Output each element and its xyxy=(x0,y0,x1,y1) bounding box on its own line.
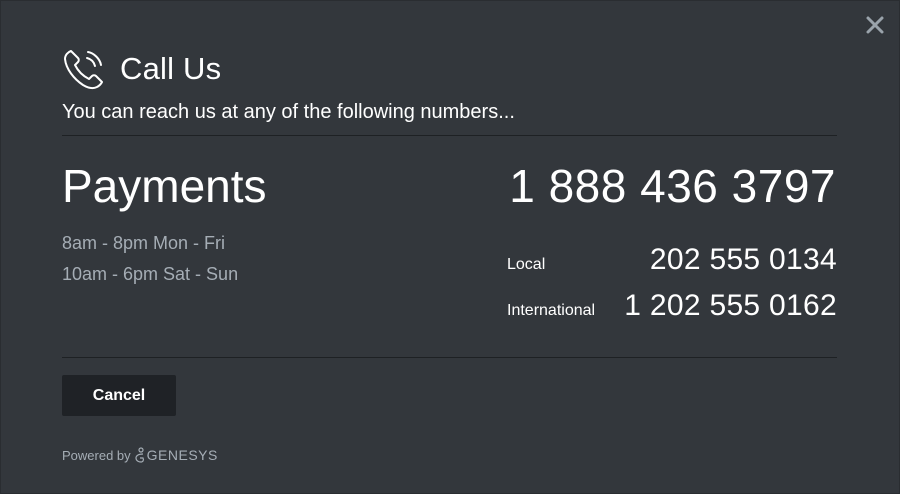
international-label: International xyxy=(507,302,596,319)
main-phone-number[interactable]: 1 888 436 3797 xyxy=(509,159,836,213)
department-hours: 8am - 8pm Mon - Fri 10am - 6pm Sat - Sun xyxy=(62,228,238,290)
dialog-header: Call Us xyxy=(62,47,221,91)
dialog-title: Call Us xyxy=(120,51,222,86)
powered-by: Powered by GENESYS xyxy=(62,447,218,463)
local-number[interactable]: 202 555 0134 xyxy=(650,243,837,277)
dialog-subtitle: You can reach us at any of the following… xyxy=(62,101,515,123)
local-number-row: Local 202 555 0134 xyxy=(507,243,837,277)
powered-by-label: Powered by xyxy=(62,447,131,463)
call-us-dialog: Call Us You can reach us at any of the f… xyxy=(0,0,900,494)
hours-weekend: 10am - 6pm Sat - Sun xyxy=(62,264,239,284)
cancel-button[interactable]: Cancel xyxy=(62,375,176,416)
local-label: Local xyxy=(507,256,546,273)
international-number-row: International 1 202 555 0162 xyxy=(507,289,837,323)
genesys-logo-icon xyxy=(135,447,144,463)
department-name: Payments xyxy=(62,160,267,212)
phone-icon xyxy=(64,50,103,90)
bottom-divider xyxy=(62,357,837,358)
close-icon xyxy=(866,16,884,34)
genesys-logo[interactable]: GENESYS xyxy=(135,447,218,463)
international-number[interactable]: 1 202 555 0162 xyxy=(624,289,837,323)
brand-name: GENESYS xyxy=(146,447,218,463)
hours-weekday: 8am - 8pm Mon - Fri xyxy=(62,233,226,253)
top-divider xyxy=(62,135,837,136)
close-button[interactable] xyxy=(865,15,885,35)
